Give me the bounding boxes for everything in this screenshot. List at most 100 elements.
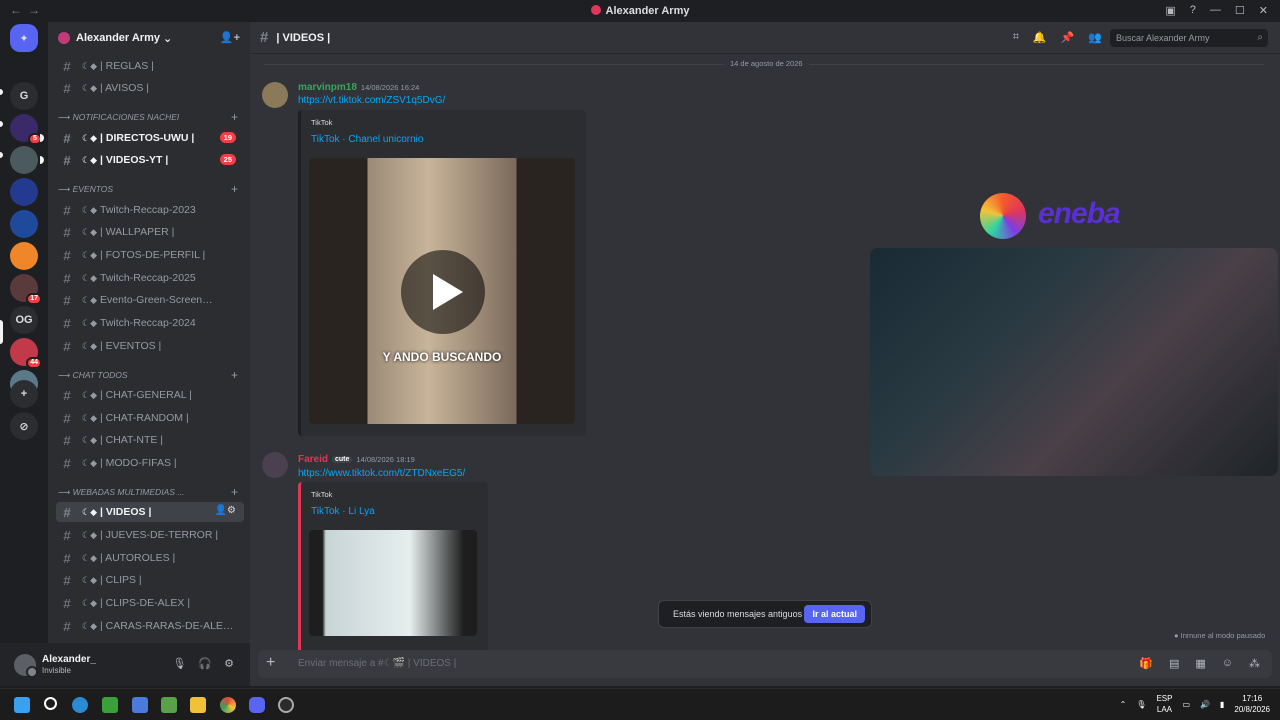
channel-item[interactable]: # ☾◆ | CHAT-NTE | — [56, 430, 244, 450]
microphone-icon[interactable]: 🎙 — [172, 657, 186, 670]
create-channel-icon[interactable]: + — [231, 112, 238, 124]
attach-plus-icon[interactable]: + — [266, 654, 275, 672]
channel-item[interactable]: # ☾◆ | AVISOS | — [56, 78, 244, 98]
inbox-icon[interactable]: ▣ — [1165, 4, 1175, 17]
avatar[interactable] — [14, 653, 38, 678]
server-icon[interactable]: 17 — [10, 274, 42, 305]
video-thumbnail[interactable] — [309, 530, 477, 636]
server-icon[interactable]: 5 — [10, 114, 42, 145]
server-icon[interactable]: OG — [10, 306, 38, 334]
embed-provider[interactable]: TikTok — [311, 490, 332, 499]
server-icon[interactable] — [10, 146, 38, 174]
minimize-button[interactable]: — — [1210, 4, 1221, 17]
channel-item[interactable]: # ☾◆ | MODO-FIFAS | — [56, 453, 244, 473]
channel-item[interactable]: # ☾◆ | CHAT-GENERAL | — [56, 385, 244, 405]
server-icon[interactable] — [10, 210, 38, 238]
obs-icon[interactable] — [278, 697, 294, 713]
embed-provider[interactable]: TikTok — [311, 118, 332, 127]
create-channel-icon[interactable]: + — [231, 487, 238, 499]
channel-item[interactable]: # ☾◆ | CLIPS-DE-ALEX | — [56, 593, 244, 613]
emoji-icon[interactable]: ☺ — [1222, 657, 1233, 670]
server-header[interactable]: Alexander Army ⌄ 👤+ — [48, 22, 250, 54]
channel-item[interactable]: # ☾◆ Evento-Green-Screen… — [56, 290, 244, 310]
channel-item[interactable]: # ☾◆ | VIDEOS-YT | 25 — [56, 150, 244, 170]
emoji-icon: ☾◆ — [82, 506, 97, 517]
chrome-icon[interactable] — [220, 697, 236, 713]
pin-icon[interactable]: 📌 — [1061, 31, 1075, 44]
clock[interactable]: 17:16 20/8/2026 — [1234, 693, 1270, 715]
maximize-button[interactable]: ☐ — [1235, 4, 1245, 17]
member-list-icon[interactable]: 👥 — [1088, 31, 1102, 44]
edge-icon[interactable] — [72, 697, 88, 713]
avatar[interactable] — [262, 452, 288, 478]
channel-item[interactable]: # ☾◆ | JUEVES-DE-TERROR | — [56, 525, 244, 545]
video-thumbnail[interactable]: Y ANDO BUSCANDO — [309, 158, 575, 424]
hash-icon: # — [63, 270, 71, 286]
server-icon[interactable]: 44 — [10, 338, 42, 369]
gif-icon[interactable]: ▤ — [1169, 657, 1179, 670]
channel-item[interactable]: # ☾◆ | CLIPS | — [56, 570, 244, 590]
discord-home-icon[interactable]: ✦ — [10, 24, 38, 52]
channel-item[interactable]: # ☾◆ | CARAS-RARAS-DE-ALE… — [56, 616, 244, 636]
sticker-icon[interactable]: ▦ — [1195, 657, 1205, 670]
close-button[interactable]: ✕ — [1259, 4, 1268, 17]
app-icon[interactable] — [132, 697, 148, 713]
channel-item[interactable]: # ☾◆ Twitch-Reccap-2024 — [56, 313, 244, 333]
battery-icon[interactable]: ▮ — [1220, 700, 1224, 709]
apps-icon[interactable]: ⁂ — [1249, 657, 1260, 670]
file-explorer-icon[interactable] — [190, 697, 206, 713]
discord-icon[interactable] — [249, 697, 265, 713]
channel-item[interactable]: # ☾◆ | REGLAS | — [56, 56, 244, 76]
channel-item[interactable]: # ☾◆ | EVENTOS | — [56, 336, 244, 356]
jump-to-present-button[interactable]: Ir al actual — [804, 605, 865, 623]
category-header[interactable]: ⟶ NOTIFICACIONES NACHEI + — [58, 112, 244, 126]
message-composer[interactable]: + Enviar mensaje a #☾🎬 | VIDEOS | 🎁 ▤ ▦ … — [258, 650, 1272, 678]
channel-item[interactable]: # ☾◆ | AUTOROLES | — [56, 548, 244, 568]
message-link[interactable]: https://www.tiktok.com/t/ZTDNxeEG5/ — [298, 468, 465, 479]
volume-icon[interactable]: 🔊 — [1200, 700, 1210, 709]
channel-item[interactable]: # ☾◆ | DIRECTOS-UWU | 19 — [56, 128, 244, 148]
help-icon[interactable]: ? — [1190, 4, 1196, 17]
search-icon[interactable] — [44, 697, 57, 710]
channel-settings-icon[interactable]: 👤⚙ — [215, 505, 236, 516]
avatar[interactable] — [262, 82, 288, 108]
add-server-icon[interactable]: + — [10, 380, 38, 408]
embed-title[interactable]: TikTok · Chanel unicornio — [311, 134, 423, 145]
channel-item[interactable]: # ☾◆ Twitch-Reccap-2025 — [56, 268, 244, 288]
network-icon[interactable]: ▭ — [1182, 700, 1190, 709]
server-icon[interactable] — [10, 242, 38, 270]
embed-title[interactable]: TikTok · Li Lya — [311, 506, 375, 517]
channel-item[interactable]: # ☾◆ Twitch-Reccap-2023 — [56, 200, 244, 220]
server-icon[interactable]: G — [10, 82, 38, 110]
search-input[interactable]: Buscar Alexander Army ⌕ — [1110, 29, 1268, 47]
create-channel-icon[interactable]: + — [231, 184, 238, 196]
threads-icon[interactable]: ⌗ — [1013, 31, 1019, 44]
channel-item[interactable]: # ☾◆ | WALLPAPER | — [56, 222, 244, 242]
explore-icon[interactable]: ⊘ — [10, 412, 38, 440]
create-channel-icon[interactable]: + — [231, 370, 238, 382]
message-link[interactable]: https://vt.tiktok.com/ZSV1q5DvG/ — [298, 95, 445, 106]
xbox-icon[interactable] — [102, 697, 118, 713]
category-header[interactable]: ⟶ CHAT TODOS + — [58, 370, 244, 384]
minecraft-icon[interactable] — [161, 697, 177, 713]
category-header[interactable]: ⟶ WEBADAS MULTIMEDIAS ... + — [58, 487, 244, 501]
channel-item[interactable]: # ☾◆ | FOTOS-DE-PERFIL | — [56, 245, 244, 265]
chevron-up-icon[interactable]: ⌃ — [1120, 700, 1127, 709]
settings-gear-icon[interactable]: ⚙ — [224, 657, 234, 670]
message-author[interactable]: Fareid cute 14/08/2026 18:19 — [298, 454, 415, 465]
play-icon[interactable] — [401, 250, 485, 334]
channel-item[interactable]: # ☾◆ | CHAT-RANDOM | — [56, 408, 244, 428]
channel-item[interactable]: # ☾◆ | VIDEOS | 👤⚙ — [56, 502, 244, 522]
category-header[interactable]: ⟶ EVENTOS + — [58, 184, 244, 198]
bell-icon[interactable]: 🔔 — [1033, 31, 1047, 44]
emoji-icon: ☾◆ — [82, 154, 97, 165]
gift-icon[interactable]: 🎁 — [1139, 657, 1153, 670]
server-icon[interactable] — [10, 178, 38, 206]
headphones-icon[interactable]: 🎧 — [198, 657, 212, 670]
microphone-icon[interactable]: 🎙 — [1136, 700, 1146, 709]
message-input[interactable]: Enviar mensaje a #☾🎬 | VIDEOS | — [298, 658, 456, 669]
invite-icon[interactable]: 👤+ — [220, 31, 240, 44]
start-menu-icon[interactable] — [14, 697, 30, 713]
message-author[interactable]: marvinpm18 14/08/2026 16:24 — [298, 82, 419, 93]
language-indicator[interactable]: ESP LAA — [1156, 693, 1172, 715]
